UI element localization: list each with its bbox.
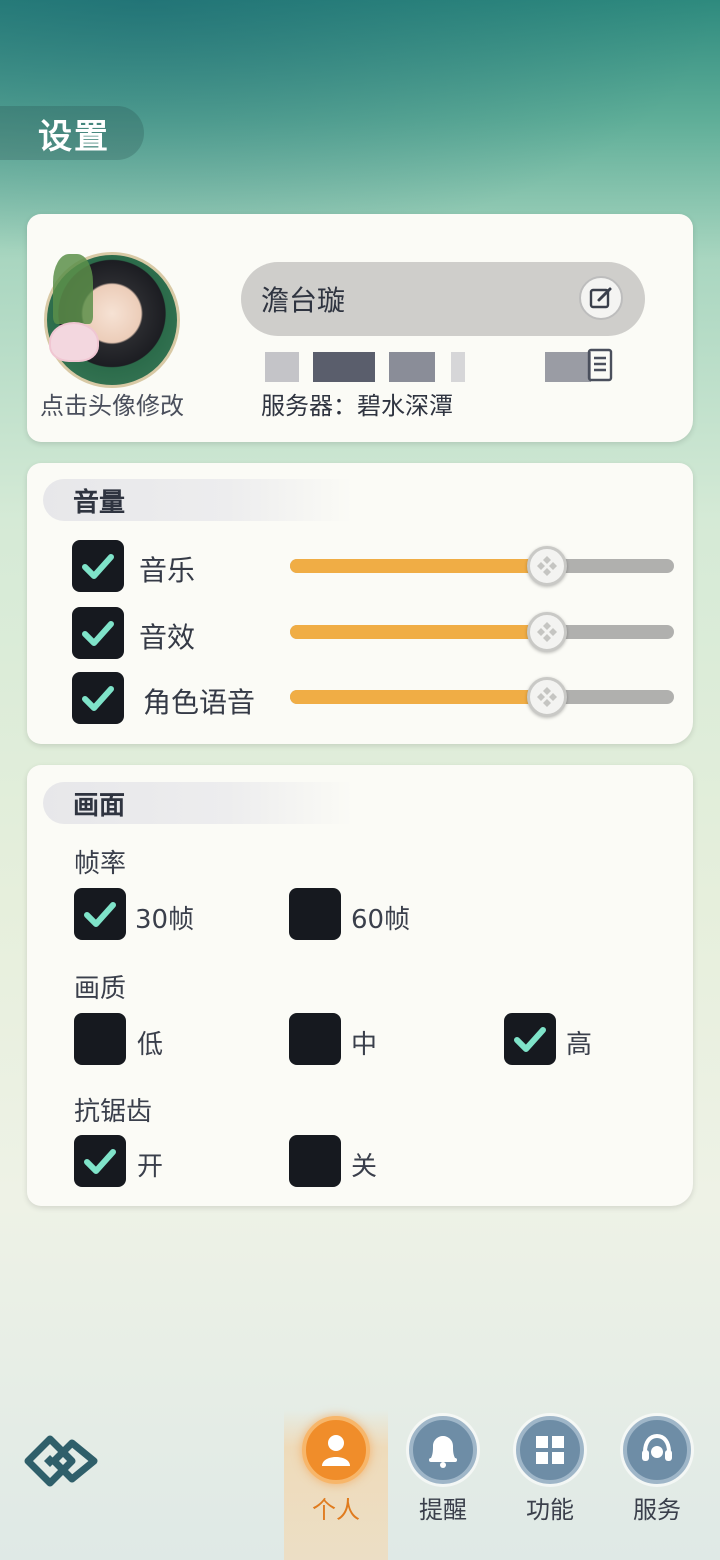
nav-service[interactable]: 服务 (605, 1410, 709, 1560)
volume-section-title: 音量 (73, 487, 126, 518)
nav-features[interactable]: 功能 (498, 1410, 602, 1560)
display-section-header: 画面 (43, 782, 353, 824)
nav-personal-label: 个人 (312, 1496, 360, 1524)
display-section-title: 画面 (73, 790, 126, 821)
server-label: 服务器：碧水深潭 (261, 392, 453, 420)
game-logo-icon[interactable] (24, 1432, 98, 1490)
frame-rate-label: 帧率 (74, 849, 127, 879)
quality-label: 画质 (74, 974, 127, 1004)
music-slider-fill (290, 559, 547, 573)
quality-high-label: 高 (566, 1030, 593, 1060)
edit-name-button[interactable] (579, 276, 623, 320)
sfx-checkbox[interactable] (72, 607, 124, 659)
headset-icon (623, 1416, 691, 1484)
nickname-text: 澹台璇 (261, 284, 346, 317)
quality-mid-label: 中 (351, 1030, 378, 1060)
check-icon (514, 1027, 546, 1052)
avatar-caption[interactable]: 点击头像修改 (40, 386, 184, 421)
quality-low-label: 低 (137, 1030, 164, 1060)
check-icon (82, 621, 114, 646)
nav-personal[interactable]: 个人 (284, 1410, 388, 1560)
fps-60-label: 60帧 (351, 905, 411, 935)
person-icon (302, 1416, 370, 1484)
music-slider[interactable] (290, 546, 674, 586)
fps-30-checkbox[interactable] (74, 888, 126, 940)
volume-section-header: 音量 (43, 479, 353, 521)
profile-card: 点击头像修改 澹台璇 服务器：碧水深潭 (27, 214, 693, 442)
nav-service-label: 服务 (633, 1496, 681, 1524)
check-icon (82, 554, 114, 579)
uid-blurred (265, 352, 625, 382)
copy-icon[interactable] (587, 348, 613, 382)
antialias-on-checkbox[interactable] (74, 1135, 126, 1187)
quality-high-checkbox[interactable] (504, 1013, 556, 1065)
antialias-off-label: 关 (351, 1152, 378, 1182)
nav-features-label: 功能 (526, 1496, 574, 1524)
check-icon (82, 686, 114, 711)
diamond-icon (537, 687, 557, 707)
grid-icon (516, 1416, 584, 1484)
quality-mid-checkbox[interactable] (289, 1013, 341, 1065)
voice-checkbox[interactable] (72, 672, 124, 724)
display-card: 画面 帧率 30帧 60帧 画质 低 中 高 抗锯齿 开 关 (27, 765, 693, 1206)
sfx-slider[interactable] (290, 612, 674, 652)
music-slider-thumb[interactable] (527, 546, 567, 586)
music-label: 音乐 (139, 554, 196, 587)
fps-60-checkbox[interactable] (289, 888, 341, 940)
edit-icon (589, 287, 612, 309)
music-checkbox[interactable] (72, 540, 124, 592)
diamond-icon (537, 556, 557, 576)
page-title-tag: 设置 (0, 106, 144, 160)
avatar-tree-decoration (53, 254, 93, 324)
avatar-rabbit-decoration (49, 322, 99, 362)
antialias-label: 抗锯齿 (74, 1097, 153, 1127)
sfx-label: 音效 (139, 621, 196, 654)
nickname-field[interactable]: 澹台璇 (241, 262, 645, 336)
diamond-icon (537, 622, 557, 642)
sfx-slider-fill (290, 625, 547, 639)
volume-card: 音量 音乐 音效 角色语音 (27, 463, 693, 744)
nav-reminder-label: 提醒 (419, 1496, 467, 1524)
bell-icon (409, 1416, 477, 1484)
voice-slider-fill (290, 690, 547, 704)
check-icon (84, 902, 116, 927)
sfx-slider-thumb[interactable] (527, 612, 567, 652)
antialias-on-label: 开 (137, 1152, 164, 1182)
voice-label: 角色语音 (143, 686, 256, 719)
nav-reminder[interactable]: 提醒 (391, 1410, 495, 1560)
antialias-off-checkbox[interactable] (289, 1135, 341, 1187)
quality-low-checkbox[interactable] (74, 1013, 126, 1065)
check-icon (84, 1149, 116, 1174)
fps-30-label: 30帧 (135, 905, 195, 935)
voice-slider-thumb[interactable] (527, 677, 567, 717)
page-title: 设置 (38, 116, 110, 157)
voice-slider[interactable] (290, 677, 674, 717)
